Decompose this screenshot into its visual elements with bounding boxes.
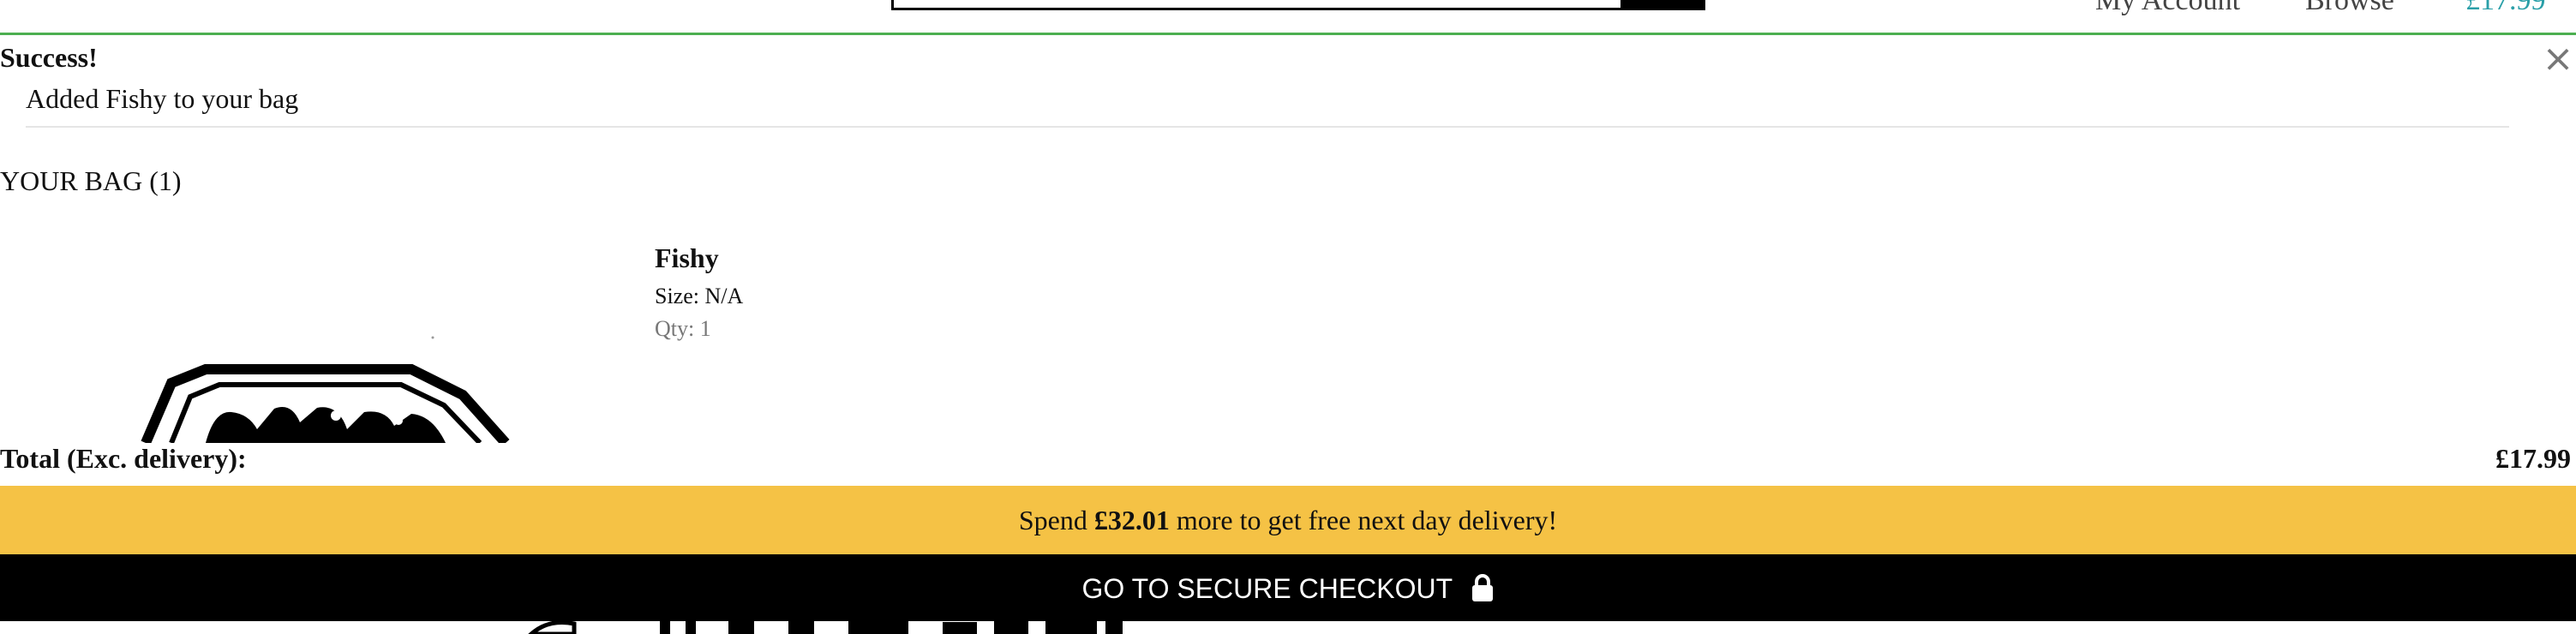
delivery-amount: £32.01: [1093, 505, 1170, 535]
free-delivery-banner: Spend £32.01 more to get free next day d…: [0, 486, 2576, 554]
success-title: Success!: [0, 42, 98, 73]
lock-icon: [1472, 573, 1494, 601]
product-artwork: [141, 336, 510, 443]
product-image[interactable]: [0, 232, 651, 443]
total-value: £17.99: [2495, 443, 2571, 474]
item-quantity: Qty: 1: [655, 316, 711, 341]
delivery-suffix: more to get free next day delivery!: [1169, 505, 1558, 535]
total-label: Total (Exc. delivery):: [0, 443, 247, 474]
bag-heading: YOUR BAG (1): [0, 165, 182, 196]
browse-link[interactable]: Browse: [2305, 0, 2394, 17]
search-button[interactable]: [1623, 0, 1705, 10]
site-header: My Account Browse £17.99: [0, 0, 2576, 34]
search-input[interactable]: [891, 0, 1623, 10]
item-name[interactable]: Fishy: [655, 242, 719, 274]
close-icon[interactable]: ×: [2540, 40, 2576, 78]
my-account-link[interactable]: My Account: [2095, 0, 2240, 17]
checkout-label: GO TO SECURE CHECKOUT: [1081, 573, 1453, 604]
bag-panel: Success! × Added Fishy to your bag YOUR …: [0, 33, 2576, 621]
checkout-button[interactable]: GO TO SECURE CHECKOUT: [0, 554, 2576, 621]
item-size: Size: N/A: [655, 284, 744, 308]
divider: [26, 126, 2509, 128]
basket-total-link[interactable]: £17.99: [2465, 0, 2546, 17]
delivery-prefix: Spend: [1018, 505, 1094, 535]
success-message: Added Fishy to your bag: [26, 83, 299, 114]
